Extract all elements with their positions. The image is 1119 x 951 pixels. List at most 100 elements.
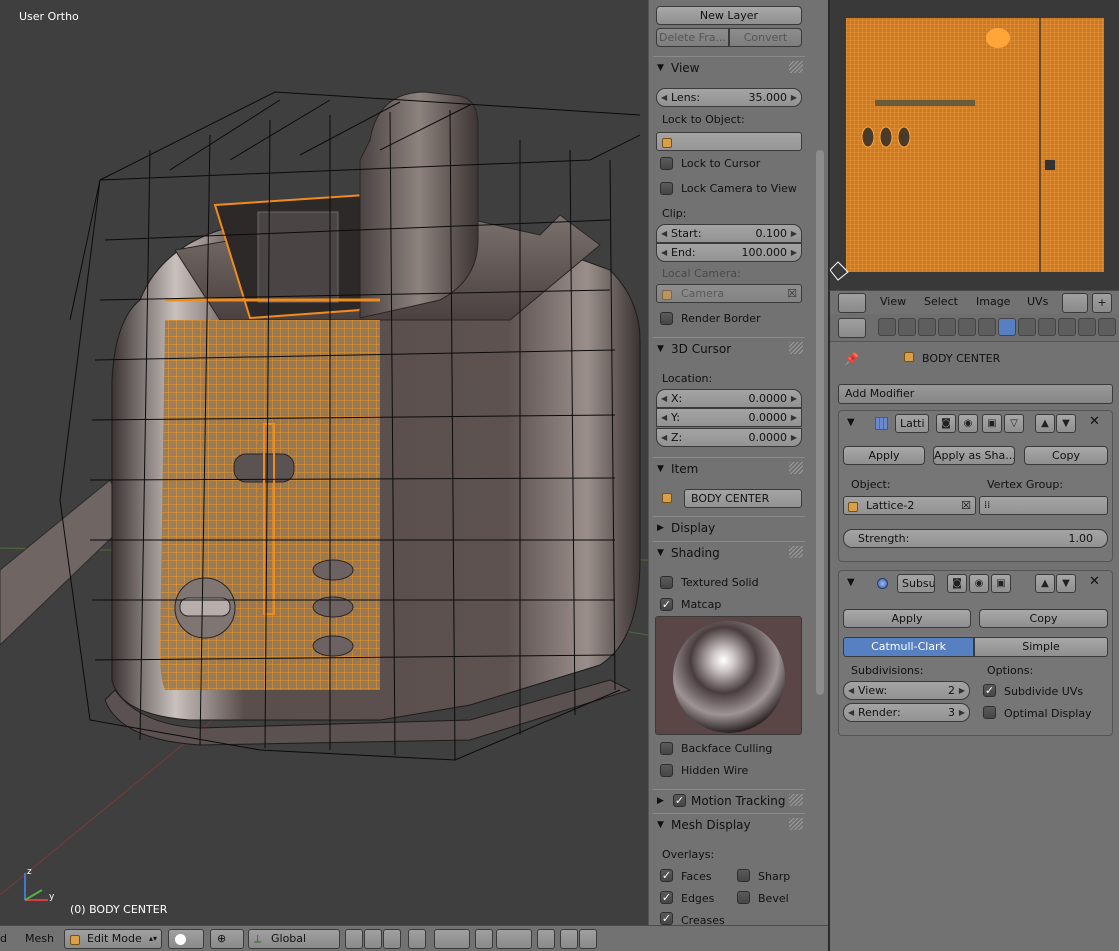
faces-checkbox[interactable]: ✓ — [660, 869, 673, 882]
subdivide-uvs-checkbox[interactable]: ✓ — [983, 684, 996, 697]
select-menu[interactable]: Select — [924, 295, 958, 308]
optimal-display-checkbox[interactable] — [983, 706, 996, 719]
orientation-dropdown[interactable]: ⟂ Global — [248, 929, 340, 949]
hidden-wire-checkbox[interactable] — [660, 764, 673, 777]
pin-icon[interactable]: 📌 — [844, 352, 859, 366]
creases-checkbox[interactable]: ✓ — [660, 912, 673, 925]
pivot-dropdown[interactable]: ⊕ — [210, 929, 244, 949]
editor-type-icon[interactable] — [838, 293, 866, 313]
lock-camera-checkbox[interactable] — [660, 182, 673, 195]
cursor-y-field[interactable]: ◀ Y: 0.0000 ▶ — [656, 408, 802, 427]
edge-select-icon[interactable] — [364, 929, 382, 949]
lock-object-field[interactable] — [656, 132, 802, 151]
add-modifier-dropdown[interactable]: Add Modifier — [838, 384, 1113, 404]
motion-tracking-checkbox[interactable]: ✓ — [673, 794, 686, 807]
layers-tab-icon[interactable] — [898, 318, 916, 336]
vertex-select-icon[interactable] — [345, 929, 363, 949]
material-tab-icon[interactable] — [1038, 318, 1056, 336]
shading-panel-header[interactable]: ▼ Shading — [653, 541, 805, 563]
lattice-object-field[interactable]: Lattice-2 ☒ — [843, 496, 976, 515]
snap-toggle-icon[interactable] — [475, 929, 493, 949]
view-panel-header[interactable]: ▼ View — [653, 56, 805, 78]
mesh-display-header[interactable]: ▼ Mesh Display — [653, 813, 805, 835]
uv-image-editor[interactable] — [828, 0, 1119, 290]
render-levels-field[interactable]: ◀ Render: 3 ▶ — [843, 703, 970, 722]
world-tab-icon[interactable] — [938, 318, 956, 336]
shelf-scrollbar[interactable] — [816, 0, 824, 925]
snap-element-dropdown[interactable] — [496, 929, 532, 949]
render-toggle-icon[interactable]: ◙ — [947, 574, 967, 593]
catmull-clark-toggle[interactable]: Catmull-Clark — [843, 637, 974, 657]
matcap-preview[interactable] — [655, 616, 802, 735]
3d-viewport[interactable]: z y User Ortho (0) BODY CENTER — [0, 0, 648, 925]
render-anim-icon[interactable] — [579, 929, 597, 949]
item-name-field[interactable]: BODY CENTER — [684, 489, 802, 508]
proportional-edit-dropdown[interactable] — [434, 929, 470, 949]
textured-solid-checkbox[interactable] — [660, 576, 673, 589]
subsurf-name-field[interactable]: Subsu — [897, 574, 935, 593]
cursor-panel-header[interactable]: ▼ 3D Cursor — [653, 337, 805, 359]
edges-checkbox[interactable]: ✓ — [660, 891, 673, 904]
mesh-menu[interactable]: Mesh — [25, 929, 54, 949]
constraints-tab-icon[interactable] — [978, 318, 996, 336]
editmode-toggle-icon[interactable]: ▣ — [982, 414, 1002, 433]
simple-toggle[interactable]: Simple — [974, 637, 1108, 657]
limit-selection-icon[interactable] — [408, 929, 426, 949]
close-icon[interactable]: ✕ — [1089, 414, 1100, 429]
expanded-triangle-icon[interactable]: ▼ — [847, 577, 855, 588]
physics-tab-icon[interactable] — [1098, 318, 1116, 336]
menu-cutoff-label[interactable]: d — [0, 929, 7, 949]
image-browse-icon[interactable] — [1062, 293, 1088, 313]
viewport-toggle-icon[interactable]: ◉ — [969, 574, 989, 593]
modifiers-tab-icon[interactable] — [998, 318, 1016, 336]
move-down-icon[interactable]: ▼ — [1056, 574, 1076, 593]
copy-button[interactable]: Copy — [979, 609, 1108, 628]
clip-start-field[interactable]: ◀ Start: 0.100 ▶ — [656, 224, 802, 243]
lock-cursor-checkbox[interactable] — [660, 157, 673, 170]
render-still-icon[interactable] — [560, 929, 578, 949]
object-tab-icon[interactable] — [958, 318, 976, 336]
local-camera-field[interactable]: Camera ☒ — [656, 284, 802, 303]
convert-button[interactable]: Convert — [729, 28, 802, 47]
delete-frame-button[interactable]: Delete Fra... — [656, 28, 729, 47]
mode-dropdown[interactable]: Edit Mode ▴▾ — [64, 929, 162, 949]
cage-toggle-icon[interactable]: ▽ — [1004, 414, 1024, 433]
new-image-icon[interactable]: + — [1092, 293, 1112, 313]
texture-tab-icon[interactable] — [1058, 318, 1076, 336]
apply-button[interactable]: Apply — [843, 446, 925, 465]
snap-target-icon[interactable] — [537, 929, 555, 949]
close-icon[interactable]: ✕ — [1089, 574, 1100, 589]
move-up-icon[interactable]: ▲ — [1035, 414, 1055, 433]
viewport-toggle-icon[interactable]: ◉ — [958, 414, 978, 433]
matcap-checkbox[interactable]: ✓ — [660, 598, 673, 611]
data-tab-icon[interactable] — [1018, 318, 1036, 336]
clip-end-field[interactable]: ◀ End: 100.000 ▶ — [656, 243, 802, 262]
strength-slider[interactable]: Strength: 1.00 — [843, 529, 1108, 548]
move-down-icon[interactable]: ▼ — [1056, 414, 1076, 433]
view-levels-field[interactable]: ◀ View: 2 ▶ — [843, 681, 970, 700]
move-up-icon[interactable]: ▲ — [1035, 574, 1055, 593]
render-tab-icon[interactable] — [878, 318, 896, 336]
render-toggle-icon[interactable]: ◙ — [936, 414, 956, 433]
bevel-checkbox[interactable] — [737, 891, 750, 904]
apply-button[interactable]: Apply — [843, 609, 971, 628]
image-menu[interactable]: Image — [976, 295, 1010, 308]
particles-tab-icon[interactable] — [1078, 318, 1096, 336]
lattice-name-field[interactable]: Latti — [895, 414, 929, 433]
item-panel-header[interactable]: ▼ Item — [653, 457, 805, 479]
cursor-z-field[interactable]: ◀ Z: 0.0000 ▶ — [656, 428, 802, 447]
display-panel-header[interactable]: ▶ Display — [653, 516, 805, 538]
editmode-toggle-icon[interactable]: ▣ — [991, 574, 1011, 593]
sharp-checkbox[interactable] — [737, 869, 750, 882]
motion-tracking-header[interactable]: ▶ ✓ Motion Tracking — [653, 789, 805, 811]
new-layer-button[interactable]: New Layer — [656, 6, 802, 25]
uvs-menu[interactable]: UVs — [1027, 295, 1048, 308]
face-select-icon[interactable] — [383, 929, 401, 949]
apply-as-shape-button[interactable]: Apply as Sha... — [933, 446, 1015, 465]
expanded-triangle-icon[interactable]: ▼ — [847, 417, 855, 428]
view-menu[interactable]: View — [880, 295, 906, 308]
editor-type-icon[interactable] — [838, 318, 866, 338]
vertex-group-field[interactable]: ⁞⁞ — [979, 496, 1108, 515]
scene-tab-icon[interactable] — [918, 318, 936, 336]
drag-grip-icon[interactable] — [789, 61, 803, 73]
